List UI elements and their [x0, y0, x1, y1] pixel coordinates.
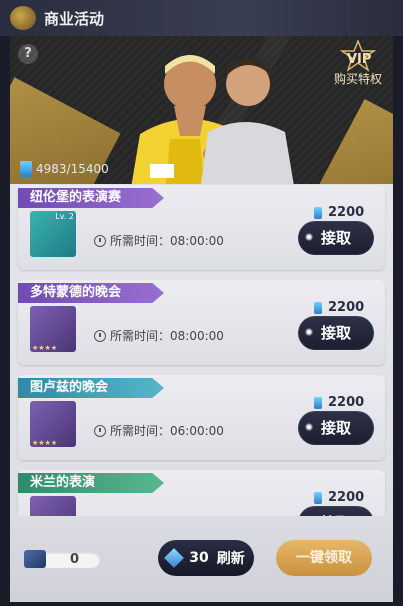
player-right-illustration [201, 58, 294, 184]
event-name-tag: 米兰的表演 [18, 473, 164, 493]
energy-gauge: 4983/15400 [20, 160, 109, 178]
event-time: 所需时间：06:00:00 [110, 424, 224, 438]
sparkle-icon [304, 232, 314, 242]
refresh-label: 刷新 [216, 551, 245, 567]
ticket-icon [24, 550, 46, 568]
title-bar: 商业活动 [0, 0, 403, 36]
event-cost: 2200 [314, 205, 364, 220]
event-name-tag: 纽伦堡的表演赛 [18, 188, 164, 208]
event-name-tag: 多特蒙德的晚会 [18, 283, 164, 303]
event-time: 所需时间：08:00:00 [110, 234, 224, 248]
vip-label[interactable]: VIP [347, 52, 371, 67]
event-cost-value: 2200 [328, 395, 365, 410]
footer-bar: 0 30 刷新 一键领取 [10, 516, 393, 602]
activity-icon [10, 6, 36, 30]
event-cost-value: 2200 [328, 205, 365, 220]
accept-button-label: 接取 [320, 229, 351, 247]
help-icon[interactable]: ? [18, 44, 38, 64]
event-thumbnail [30, 496, 76, 516]
thumbnail-stars: ★★★★ [32, 344, 58, 352]
thumbnail-level: Lv. 2 [55, 212, 74, 221]
event-card: 图卢兹的晚会 ★★★★ 所需时间：06:00:00 2200 接取 [18, 375, 385, 460]
accept-button[interactable]: 接取 [298, 221, 374, 255]
event-cost: 2200 [314, 395, 364, 410]
energy-icon [20, 161, 32, 177]
claim-all-button[interactable]: 一键领取 [276, 540, 372, 576]
refresh-button[interactable]: 30 刷新 [158, 540, 254, 576]
gold-stripe-right [294, 98, 393, 184]
event-card: 纽伦堡的表演赛 Lv. 2 所需时间：08:00:00 2200 接取 [18, 185, 385, 270]
event-time: 所需时间：08:00:00 [110, 329, 224, 343]
accept-button-label: 接取 [320, 419, 351, 437]
event-thumbnail: ★★★★ [30, 306, 76, 352]
gem-icon [314, 301, 322, 314]
sparkle-icon [304, 422, 314, 432]
event-cost-value: 2200 [328, 490, 365, 505]
energy-value: 4983/15400 [36, 162, 109, 176]
clock-icon [94, 235, 106, 247]
event-thumbnail: ★★★★ [30, 401, 76, 447]
diamond-icon [164, 548, 185, 568]
gem-icon [314, 491, 322, 504]
thumbnail-stars: ★★★★ [32, 439, 58, 447]
event-card: 米兰的表演 2200 接取 [18, 470, 385, 516]
clock-icon [94, 425, 106, 437]
event-cost-value: 2200 [328, 300, 365, 315]
accept-button[interactable]: 接取 [298, 316, 374, 350]
refresh-cost: 30 [189, 550, 209, 566]
event-cost: 2200 [314, 490, 364, 505]
vip-privilege-link[interactable]: 购买特权 [334, 70, 382, 87]
accept-button[interactable]: 接取 [298, 411, 374, 445]
gem-icon [314, 396, 322, 409]
event-card: 多特蒙德的晚会 ★★★★ 所需时间：08:00:00 2200 接取 [18, 280, 385, 365]
event-thumbnail: Lv. 2 [30, 211, 76, 257]
gem-icon [314, 206, 322, 219]
event-name-tag: 图卢兹的晚会 [18, 378, 164, 398]
accept-button[interactable]: 接取 [298, 506, 374, 516]
clock-icon [94, 330, 106, 342]
accept-button-label: 接取 [320, 324, 351, 342]
event-cost: 2200 [314, 300, 364, 315]
ticket-count: 0 [70, 552, 80, 567]
sparkle-icon [304, 327, 314, 337]
page-title: 商业活动 [44, 10, 105, 28]
event-list[interactable]: 纽伦堡的表演赛 Lv. 2 所需时间：08:00:00 2200 接取 多特蒙德… [10, 184, 393, 516]
